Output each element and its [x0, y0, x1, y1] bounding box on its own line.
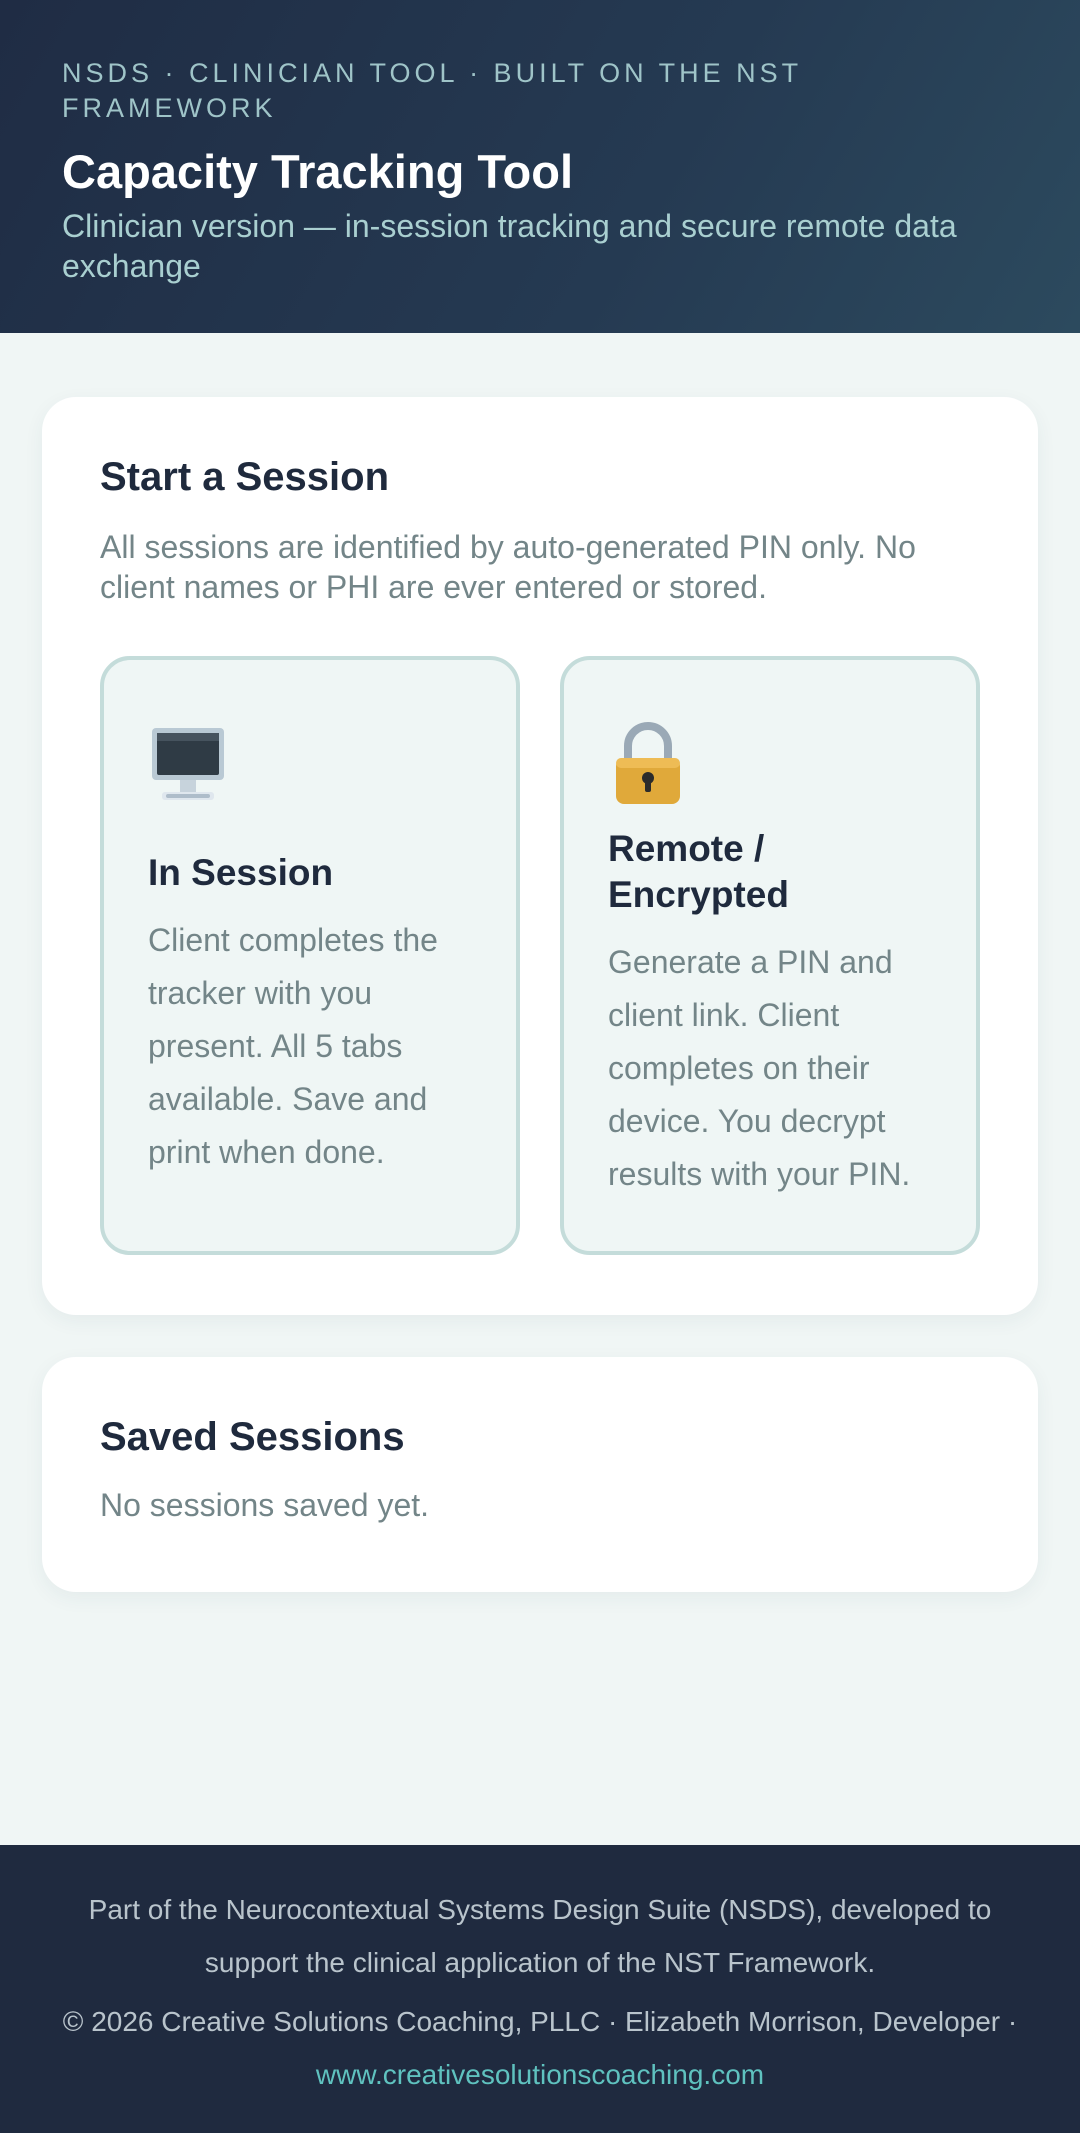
- start-session-description: All sessions are identified by auto-gene…: [100, 529, 916, 605]
- page-subtitle: Clinician version — in-session tracking …: [62, 208, 957, 284]
- in-session-title: In Session: [148, 852, 334, 893]
- padlock-icon: [608, 720, 688, 810]
- page-header: NSDS · Clinician Tool · Built on the NST…: [0, 0, 1080, 333]
- footer-about: Part of the Neurocontextual Systems Desi…: [88, 1894, 992, 1978]
- session-options: In Session Client completes the tracker …: [100, 656, 980, 1255]
- in-session-option[interactable]: In Session Client completes the tracker …: [100, 656, 520, 1255]
- footer-website-link[interactable]: www.creativesolutionscoaching.com: [316, 2059, 764, 2090]
- computer-monitor-icon: [148, 720, 228, 810]
- page-footer: Part of the Neurocontextual Systems Desi…: [0, 1845, 1080, 2133]
- remote-encrypted-option[interactable]: Remote / Encrypted Generate a PIN and cl…: [560, 656, 980, 1255]
- saved-sessions-empty-text: No sessions saved yet.: [100, 1487, 430, 1523]
- header-eyebrow: NSDS · Clinician Tool · Built on the NST…: [62, 58, 802, 123]
- footer-copyright-line: © 2026 Creative Solutions Coaching, PLLC…: [40, 1995, 1040, 2101]
- footer-copyright: © 2026 Creative Solutions Coaching, PLLC…: [62, 2006, 1018, 2037]
- remote-encrypted-title: Remote / Encrypted: [608, 828, 789, 915]
- start-session-card: Start a Session All sessions are identif…: [42, 397, 1038, 1315]
- start-session-heading: Start a Session: [100, 455, 390, 499]
- page-title: Capacity Tracking Tool: [62, 145, 574, 198]
- remote-encrypted-description: Generate a PIN and client link. Client c…: [608, 944, 911, 1192]
- in-session-description: Client completes the tracker with you pr…: [148, 922, 438, 1170]
- saved-sessions-heading: Saved Sessions: [100, 1415, 405, 1459]
- saved-sessions-card: Saved Sessions No sessions saved yet.: [42, 1357, 1038, 1592]
